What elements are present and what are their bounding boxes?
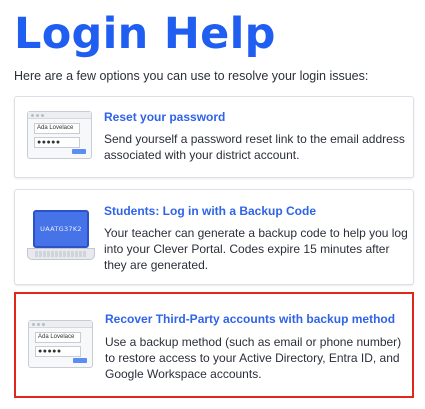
illustration-password-field: ●●●●● [35, 346, 81, 357]
recover-third-party-link[interactable]: Recover Third-Party accounts with backup… [105, 312, 395, 326]
login-window-illustration: Ada Lovelace ●●●●● [28, 320, 93, 368]
backup-code-description: Your teacher can generate a backup code … [104, 226, 408, 272]
recover-third-party-card[interactable]: Ada Lovelace ●●●●● Recover Third-Party a… [14, 292, 414, 398]
illustration-submit-button [73, 358, 87, 363]
illustration-name-field: Ada Lovelace [34, 123, 80, 134]
laptop-backup-code: UAATG37K2 [40, 225, 82, 233]
recover-third-party-description: Use a backup method (such as email or ph… [105, 335, 402, 381]
laptop-screen: UAATG37K2 [33, 210, 89, 248]
backup-code-card[interactable]: UAATG37K2 Students: Log in with a Backup… [14, 189, 414, 285]
reset-password-description: Send yourself a password reset link to t… [104, 132, 405, 162]
illustration-name-field: Ada Lovelace [35, 332, 81, 343]
window-titlebar [29, 321, 92, 328]
intro-text: Here are a few options you can use to re… [14, 69, 369, 83]
illustration-submit-button [72, 149, 86, 154]
illustration-password-field: ●●●●● [34, 137, 80, 148]
laptop-illustration: UAATG37K2 [27, 210, 95, 264]
window-titlebar [28, 112, 91, 119]
reset-password-link[interactable]: Reset your password [104, 110, 225, 124]
laptop-keyboard [27, 248, 95, 260]
page-title: Login Help [14, 9, 276, 59]
reset-password-card[interactable]: Ada Lovelace ●●●●● Reset your password S… [14, 96, 414, 178]
backup-code-link[interactable]: Students: Log in with a Backup Code [104, 204, 316, 218]
login-window-illustration: Ada Lovelace ●●●●● [27, 111, 92, 159]
